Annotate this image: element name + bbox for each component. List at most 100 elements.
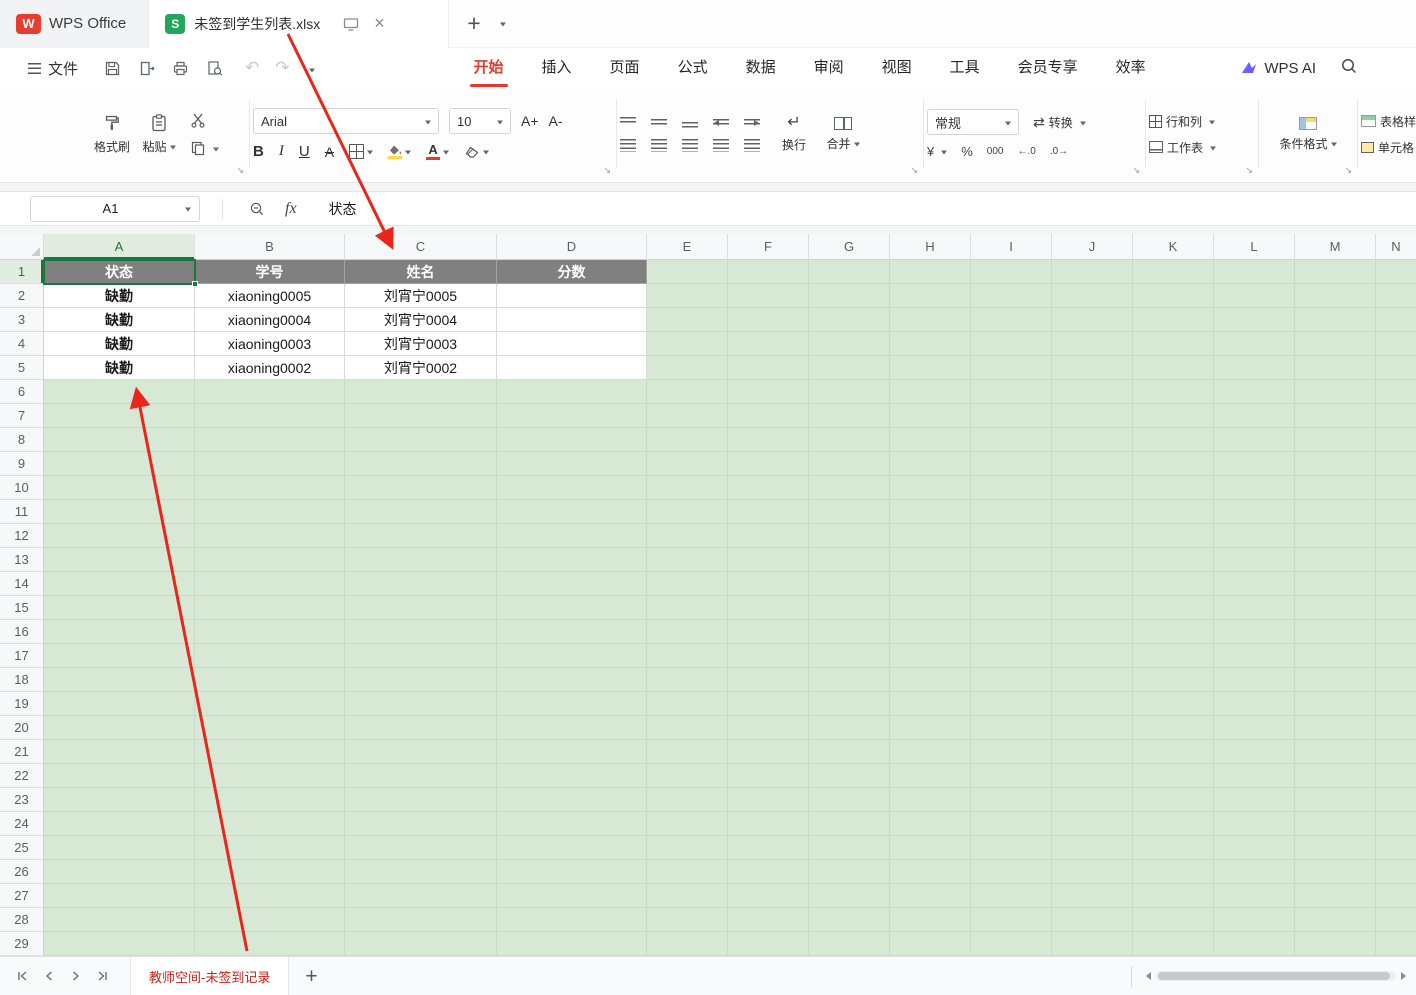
cell-G24[interactable] [809,812,890,836]
cell-N5[interactable] [1376,356,1416,380]
cell-J10[interactable] [1052,476,1133,500]
cell-J5[interactable] [1052,356,1133,380]
cut-button[interactable] [190,112,219,128]
cell-A3[interactable]: 缺勤 [44,308,195,332]
cell-G19[interactable] [809,692,890,716]
cell-I19[interactable] [971,692,1052,716]
copy-dropdown-icon[interactable] [213,147,219,154]
cell-N24[interactable] [1376,812,1416,836]
cell-H25[interactable] [890,836,971,860]
cell-H3[interactable] [890,308,971,332]
cell-G25[interactable] [809,836,890,860]
insert-function-button[interactable]: fx [285,200,297,218]
cell-D9[interactable] [497,452,647,476]
cell-J8[interactable] [1052,428,1133,452]
cell-B25[interactable] [195,836,345,860]
cell-D15[interactable] [497,596,647,620]
cell-G27[interactable] [809,884,890,908]
row-header-15[interactable]: 15 [0,596,44,620]
cell-H23[interactable] [890,788,971,812]
cell-J1[interactable] [1052,260,1133,284]
cell-G9[interactable] [809,452,890,476]
cell-D12[interactable] [497,524,647,548]
cell-A26[interactable] [44,860,195,884]
cell-E6[interactable] [647,380,728,404]
cell-J26[interactable] [1052,860,1133,884]
cell-N13[interactable] [1376,548,1416,572]
cell-I11[interactable] [971,500,1052,524]
cell-A10[interactable] [44,476,195,500]
cell-F18[interactable] [728,668,809,692]
cell-K6[interactable] [1133,380,1214,404]
thousands-format-button[interactable]: 000 [987,146,1004,157]
cell-E20[interactable] [647,716,728,740]
first-sheet-button[interactable] [8,970,35,982]
scroll-right-icon[interactable] [1401,972,1410,980]
cell-D10[interactable] [497,476,647,500]
cell-K28[interactable] [1133,908,1214,932]
cell-B11[interactable] [195,500,345,524]
column-header-F[interactable]: F [728,234,809,260]
cell-N3[interactable] [1376,308,1416,332]
cell-H28[interactable] [890,908,971,932]
cell-D1[interactable]: 分数 [497,260,647,284]
row-header-14[interactable]: 14 [0,572,44,596]
cell-H5[interactable] [890,356,971,380]
font-size-select[interactable]: 10 [449,108,511,134]
cell-F7[interactable] [728,404,809,428]
cell-K15[interactable] [1133,596,1214,620]
font-color-button[interactable]: A [426,143,449,160]
cell-N9[interactable] [1376,452,1416,476]
distributed-align-button[interactable] [744,139,760,152]
cell-J17[interactable] [1052,644,1133,668]
last-sheet-button[interactable] [89,970,116,982]
cell-A19[interactable] [44,692,195,716]
cell-G6[interactable] [809,380,890,404]
cell-L9[interactable] [1214,452,1295,476]
cell-D26[interactable] [497,860,647,884]
cell-I22[interactable] [971,764,1052,788]
cell-F16[interactable] [728,620,809,644]
cell-D5[interactable] [497,356,647,380]
cell-C28[interactable] [345,908,497,932]
cell-L13[interactable] [1214,548,1295,572]
tab-list-dropdown-icon[interactable] [497,20,506,27]
row-header-5[interactable]: 5 [0,356,44,380]
cell-M9[interactable] [1295,452,1376,476]
cell-J6[interactable] [1052,380,1133,404]
cell-B3[interactable]: xiaoning0004 [195,308,345,332]
row-header-8[interactable]: 8 [0,428,44,452]
print-button[interactable] [172,60,189,77]
cell-B26[interactable] [195,860,345,884]
cell-H12[interactable] [890,524,971,548]
cell-M24[interactable] [1295,812,1376,836]
menu-tab-home[interactable]: 开始 [455,48,523,88]
cell-L14[interactable] [1214,572,1295,596]
cell-M6[interactable] [1295,380,1376,404]
number-expand-icon[interactable]: ↘ [1132,165,1140,176]
cell-D20[interactable] [497,716,647,740]
cell-L7[interactable] [1214,404,1295,428]
cell-K27[interactable] [1133,884,1214,908]
cell-J22[interactable] [1052,764,1133,788]
cell-L3[interactable] [1214,308,1295,332]
cell-E5[interactable] [647,356,728,380]
cell-F29[interactable] [728,932,809,956]
cell-N10[interactable] [1376,476,1416,500]
cell-J19[interactable] [1052,692,1133,716]
cell-G17[interactable] [809,644,890,668]
menu-tab-view[interactable]: 视图 [863,48,931,88]
cell-L19[interactable] [1214,692,1295,716]
row-header-4[interactable]: 4 [0,332,44,356]
cell-C21[interactable] [345,740,497,764]
cell-K24[interactable] [1133,812,1214,836]
cell-B4[interactable]: xiaoning0003 [195,332,345,356]
cell-K25[interactable] [1133,836,1214,860]
cell-C8[interactable] [345,428,497,452]
cell-E28[interactable] [647,908,728,932]
cell-I8[interactable] [971,428,1052,452]
cell-M23[interactable] [1295,788,1376,812]
worksheet-button[interactable]: 工作表 [1149,139,1216,156]
cell-E10[interactable] [647,476,728,500]
cell-C11[interactable] [345,500,497,524]
